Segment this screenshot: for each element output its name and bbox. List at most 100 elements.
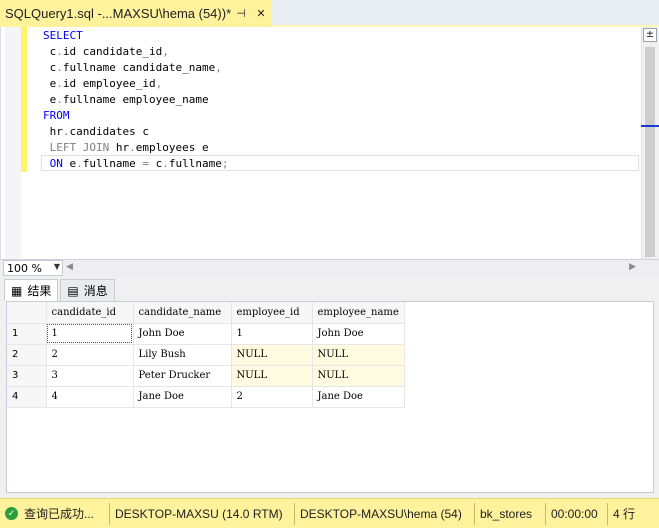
grid-cell[interactable]: Jane Doe — [133, 386, 232, 408]
code-token: ; — [221, 157, 229, 170]
grid-cell-null[interactable]: NULL — [231, 344, 313, 366]
status-server: DESKTOP-MAXSU (14.0 RTM) — [110, 502, 295, 525]
grid-cell[interactable]: Lily Bush — [133, 344, 232, 366]
status-bar: ✓ 查询已成功... DESKTOP-MAXSU (14.0 RTM) DESK… — [0, 498, 659, 528]
grid-cell[interactable]: John Doe — [312, 323, 405, 345]
query-tab-title: SQLQuery1.sql -...MAXSU\hema (54))* — [5, 6, 232, 21]
scroll-left-icon[interactable]: ◀ — [66, 262, 73, 272]
code-token: fullname candidate_name — [62, 61, 216, 74]
row-number[interactable]: 4 — [7, 386, 47, 408]
change-tracking-bar — [21, 27, 27, 172]
grid-header-row: candidate_id candidate_name employee_id … — [7, 302, 405, 324]
code-token: id candidate_id — [62, 45, 163, 58]
zoom-bar: 100 % ▼ ◀ ▶ — [0, 259, 659, 276]
query-tab[interactable]: SQLQuery1.sql -...MAXSU\hema (54))* ⊣ ✕ — [0, 0, 272, 27]
table-row[interactable]: 2 2 Lily Bush NULL NULL — [7, 344, 405, 366]
code-token: hr — [109, 141, 130, 154]
code-line[interactable]: hr.candidates c — [43, 124, 228, 140]
code-token: . — [76, 157, 83, 170]
code-token: = — [142, 157, 149, 170]
table-row[interactable]: 3 3 Peter Drucker NULL NULL — [7, 365, 405, 387]
grid-cell[interactable]: Jane Doe — [312, 386, 405, 408]
table-row[interactable]: 4 4 Jane Doe 2 Jane Doe — [7, 386, 405, 408]
code-token: fullname employee_name — [62, 93, 209, 106]
zoom-select[interactable]: 100 % ▼ — [3, 260, 63, 276]
grid-corner[interactable] — [7, 302, 47, 324]
split-editor-icon[interactable]: ± — [643, 28, 657, 42]
status-row-count: 4 行 — [613, 507, 636, 521]
code-token: . — [162, 157, 169, 170]
column-header[interactable]: candidate_name — [133, 302, 232, 324]
code-line[interactable]: LEFT JOIN hr.employees e — [43, 140, 228, 156]
code-token: employees e — [135, 141, 209, 154]
status-database: bk_stores — [475, 502, 546, 525]
code-token: c — [43, 45, 57, 58]
status-message: ✓ 查询已成功... — [0, 502, 110, 525]
code-token: , — [155, 77, 163, 90]
code-token: LEFT JOIN — [49, 141, 110, 154]
column-header[interactable]: candidate_id — [46, 302, 134, 324]
code-token: candidates c — [69, 125, 149, 138]
column-header[interactable]: employee_id — [231, 302, 313, 324]
code-line[interactable]: c.fullname candidate_name, — [43, 60, 228, 76]
code-line[interactable]: c.id candidate_id, — [43, 44, 228, 60]
code-line[interactable]: SELECT — [43, 28, 228, 44]
tab-messages[interactable]: ▤ 消息 — [60, 279, 115, 301]
code-token: SELECT — [43, 29, 83, 42]
pin-icon[interactable]: ⊣ — [234, 6, 248, 20]
grid-cell[interactable]: 1 — [46, 323, 134, 345]
table-row[interactable]: 1 1 John Doe 1 John Doe — [7, 323, 405, 345]
code-token: . — [56, 45, 63, 58]
code-token: . — [56, 61, 63, 74]
tab-messages-label: 消息 — [83, 284, 108, 298]
grid-cell[interactable]: Peter Drucker — [133, 365, 232, 387]
zoom-value: 100 % — [7, 261, 42, 275]
editor-scroll-thumb[interactable] — [645, 47, 655, 257]
code-token: hr — [43, 125, 63, 138]
editor-horizontal-scrollbar[interactable]: ◀ ▶ — [66, 262, 636, 274]
code-line[interactable]: e.fullname employee_name — [43, 92, 228, 108]
grid-cell[interactable]: 1 — [231, 323, 313, 345]
grid-cell-null[interactable]: NULL — [312, 365, 405, 387]
grid-cell[interactable]: 2 — [46, 344, 134, 366]
row-number[interactable]: 1 — [7, 323, 47, 345]
code-token: e — [43, 77, 57, 90]
code-line[interactable]: FROM — [43, 108, 228, 124]
results-grid-area[interactable]: candidate_id candidate_name employee_id … — [6, 301, 654, 493]
results-grid[interactable]: candidate_id candidate_name employee_id … — [7, 302, 405, 408]
scroll-right-icon[interactable]: ▶ — [629, 262, 636, 272]
sql-editor[interactable]: SELECT c.id candidate_id, c.fullname can… — [0, 27, 659, 259]
tab-results[interactable]: ▦ 结果 — [4, 279, 59, 301]
close-icon[interactable]: ✕ — [254, 6, 268, 20]
code-token: . — [56, 93, 63, 106]
chevron-down-icon[interactable]: ▼ — [54, 262, 60, 271]
column-header[interactable]: employee_name — [312, 302, 405, 324]
code-line[interactable]: e.id employee_id, — [43, 76, 228, 92]
code-token: e — [43, 93, 57, 106]
row-number[interactable]: 3 — [7, 365, 47, 387]
grid-cell[interactable]: 4 — [46, 386, 134, 408]
code-token: id employee_id — [62, 77, 156, 90]
grid-cell[interactable]: 3 — [46, 365, 134, 387]
code-token: . — [62, 125, 70, 138]
status-login: DESKTOP-MAXSU\hema (54) — [295, 502, 475, 525]
row-number[interactable]: 2 — [7, 344, 47, 366]
code-token: c — [148, 157, 163, 170]
code-token: fullname — [82, 157, 143, 170]
code-token: ON — [49, 157, 63, 170]
code-token: . — [56, 77, 63, 90]
status-message-text: 查询已成功... — [24, 507, 95, 521]
grid-cell[interactable]: John Doe — [133, 323, 232, 345]
code-line[interactable]: ON e.fullname = c.fullname; — [43, 156, 229, 172]
sql-code[interactable]: SELECT c.id candidate_id, c.fullname can… — [43, 28, 228, 172]
grid-cell[interactable]: 2 — [231, 386, 313, 408]
code-token: fullname — [168, 157, 222, 170]
code-token: , — [162, 45, 169, 58]
document-tab-strip: SQLQuery1.sql -...MAXSU\hema (54))* ⊣ ✕ — [0, 0, 659, 27]
code-token: FROM — [43, 109, 70, 122]
grid-cell-null[interactable]: NULL — [312, 344, 405, 366]
editor-vertical-scrollbar[interactable]: ± — [641, 27, 659, 259]
grid-cell-null[interactable]: NULL — [231, 365, 313, 387]
